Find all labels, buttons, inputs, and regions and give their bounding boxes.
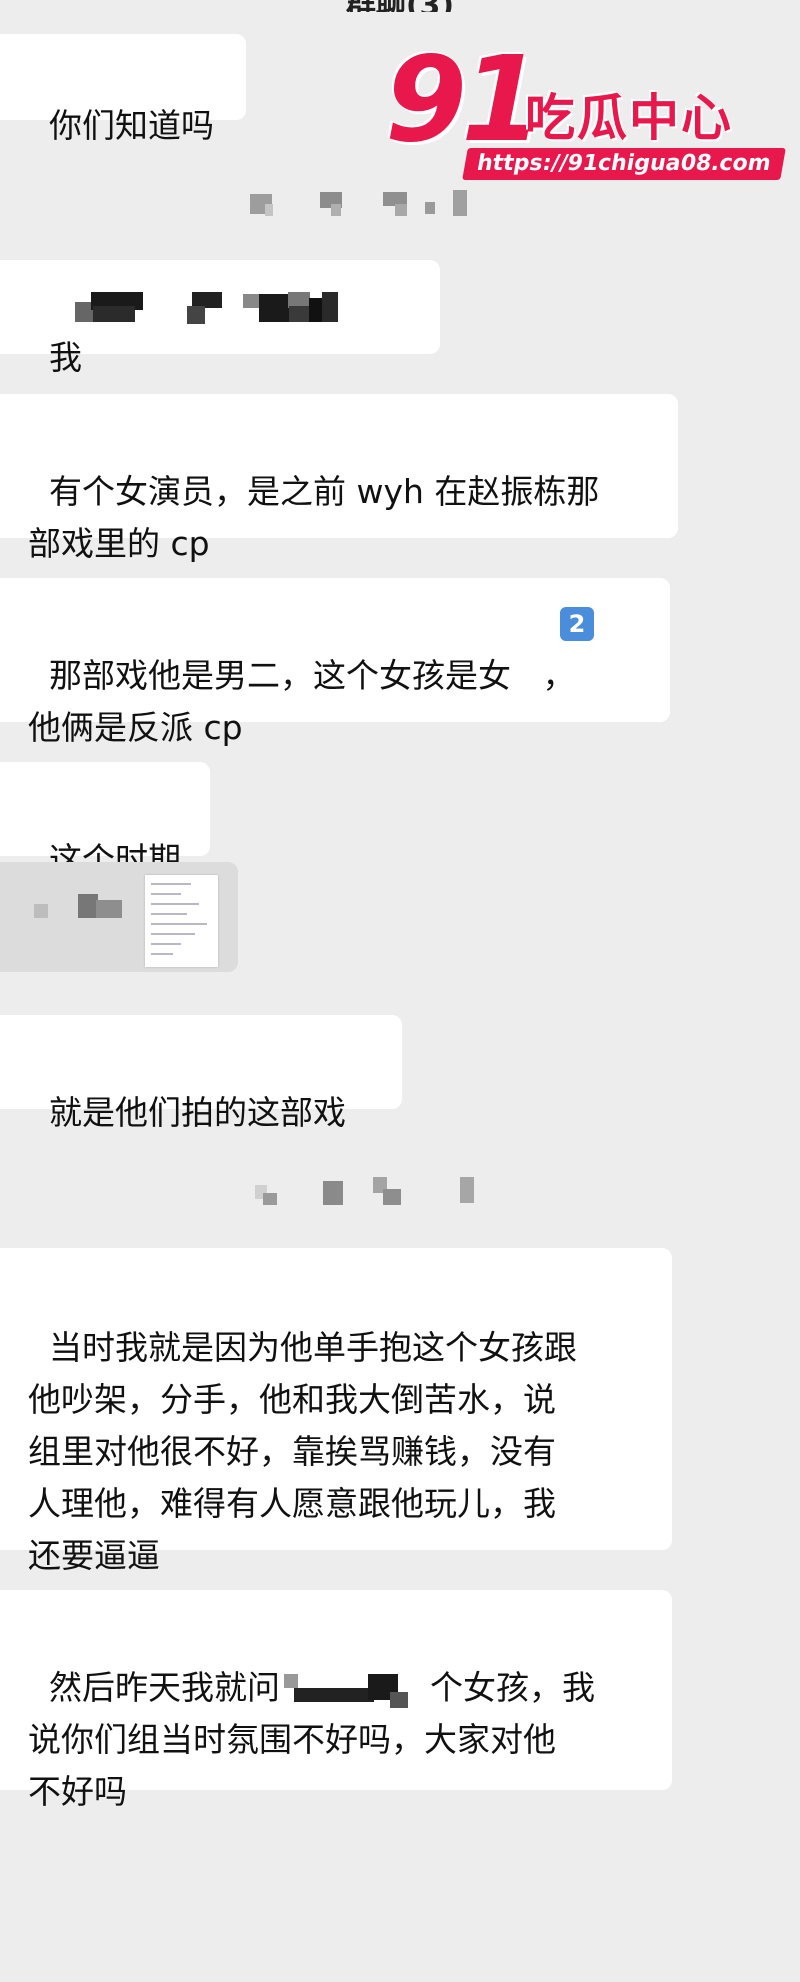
redacted-name: [280, 1670, 430, 1710]
message-text-start: 然后昨天我就问: [48, 1668, 280, 1707]
redacted-image-block: [96, 900, 122, 918]
message-bubble-5[interactable]: 这个时期: [0, 762, 210, 879]
watermark-logo: 91 吃瓜中心 https://91chigua08.com: [385, 34, 786, 185]
message-text: 你们知道吗: [48, 106, 214, 145]
watermark-brand-text: 吃瓜中心: [525, 89, 733, 147]
chat-title-bar: 群聊(3): [0, 0, 800, 12]
redacted-text: [75, 288, 375, 328]
message-text: 就是他们拍的这部戏: [48, 1093, 346, 1132]
message-bubble-1[interactable]: 你们知道吗: [0, 34, 246, 145]
message-bubble-3[interactable]: 有个女演员，是之前 wyh 在赵振栋那 部戏里的 cp: [0, 394, 678, 563]
chat-title: 群聊(3): [346, 0, 454, 12]
message-bubble-8[interactable]: 然后昨天我就问 个女孩，我 说你们组当时氛围不好吗，大家对他 不好吗: [0, 1590, 672, 1811]
message-bubble-6[interactable]: 就是他们拍的这部戏: [0, 1015, 402, 1132]
redacted-image-block: [34, 904, 48, 918]
redacted-timestamp: [245, 190, 485, 220]
keycap-emoji: 2: [560, 607, 594, 641]
image-attachment[interactable]: [0, 862, 238, 972]
message-text: 有个女演员，是之前 wyh 在赵振栋那 部戏里的 cp: [28, 472, 600, 563]
screenshot-thumbnail: [145, 875, 218, 967]
message-bubble-7[interactable]: 当时我就是因为他单手抱这个女孩跟 他吵架，分手，他和我大倒苦水，说 组里对他很不…: [0, 1248, 672, 1575]
watermark-number: 91: [385, 30, 543, 168]
redacted-image-block: [78, 894, 98, 918]
message-text: 当时我就是因为他单手抱这个女孩跟 他吵架，分手，他和我大倒苦水，说 组里对他很不…: [28, 1328, 577, 1575]
watermark-url: https://91chigua08.com: [462, 148, 786, 180]
message-text: 那部戏他是男二，这个女孩是女 ， 他俩是反派 cp: [28, 656, 576, 747]
redacted-timestamp: [255, 1175, 495, 1207]
message-bubble-2[interactable]: 我: [0, 260, 440, 377]
message-bubble-4[interactable]: 那部戏他是男二，这个女孩是女 ， 他俩是反派 cp 2: [0, 578, 670, 747]
